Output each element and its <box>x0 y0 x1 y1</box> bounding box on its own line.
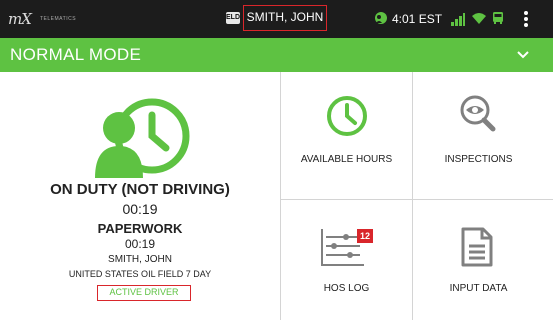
activity-label: PAPERWORK <box>97 221 183 236</box>
tile-label: HOS LOG <box>323 283 370 294</box>
signal-icon <box>451 13 465 26</box>
inspections-tile[interactable]: INSPECTIONS <box>413 72 544 199</box>
on-duty-person-clock-icon <box>95 98 190 178</box>
driver-name: SMITH, JOHN <box>108 254 172 265</box>
menu-icon[interactable] <box>523 10 529 28</box>
app-logo-subtitle: TELEMATICS <box>40 16 77 22</box>
tile-label: INPUT DATA <box>449 283 508 294</box>
chevron-down-icon[interactable] <box>516 48 530 62</box>
mode-title: NORMAL MODE <box>10 45 142 64</box>
hos-log-count-badge: 12 <box>357 229 373 243</box>
clock-icon <box>327 96 367 136</box>
active-driver-status: ACTIVE DRIVER <box>97 285 191 301</box>
eld-badge: ELD <box>226 12 240 24</box>
duty-status-panel[interactable]: ON DUTY (NOT DRIVING) 00:19 PAPERWORK 00… <box>0 72 280 320</box>
available-hours-tile[interactable]: AVAILABLE HOURS <box>281 72 412 199</box>
dashboard: ON DUTY (NOT DRIVING) 00:19 PAPERWORK 00… <box>0 72 553 320</box>
tile-label: AVAILABLE HOURS <box>300 154 393 165</box>
wifi-icon <box>472 13 486 24</box>
hos-log-tile[interactable]: HOS LOG <box>281 200 412 327</box>
input-data-tile[interactable]: INPUT DATA <box>413 200 544 327</box>
tile-label: INSPECTIONS <box>444 154 513 165</box>
clock-time: 4:01 EST <box>392 12 443 26</box>
duty-timer: 00:19 <box>122 201 158 217</box>
ruleset-label: UNITED STATES OIL FIELD 7 DAY <box>68 269 212 279</box>
duty-status: ON DUTY (NOT DRIVING) <box>50 181 230 198</box>
status-bar: mX TELEMATICS ELD SMITH, JOHN 4:01 EST <box>0 0 553 38</box>
driver-name-header[interactable]: SMITH, JOHN <box>243 5 327 31</box>
duty-clock-icon <box>375 12 387 24</box>
mode-bar[interactable]: NORMAL MODE <box>0 38 553 72</box>
app-logo: mX <box>8 10 32 28</box>
document-icon <box>461 227 493 267</box>
activity-timer: 00:19 <box>124 237 156 251</box>
bus-icon <box>493 12 503 24</box>
inspect-icon <box>460 95 496 132</box>
